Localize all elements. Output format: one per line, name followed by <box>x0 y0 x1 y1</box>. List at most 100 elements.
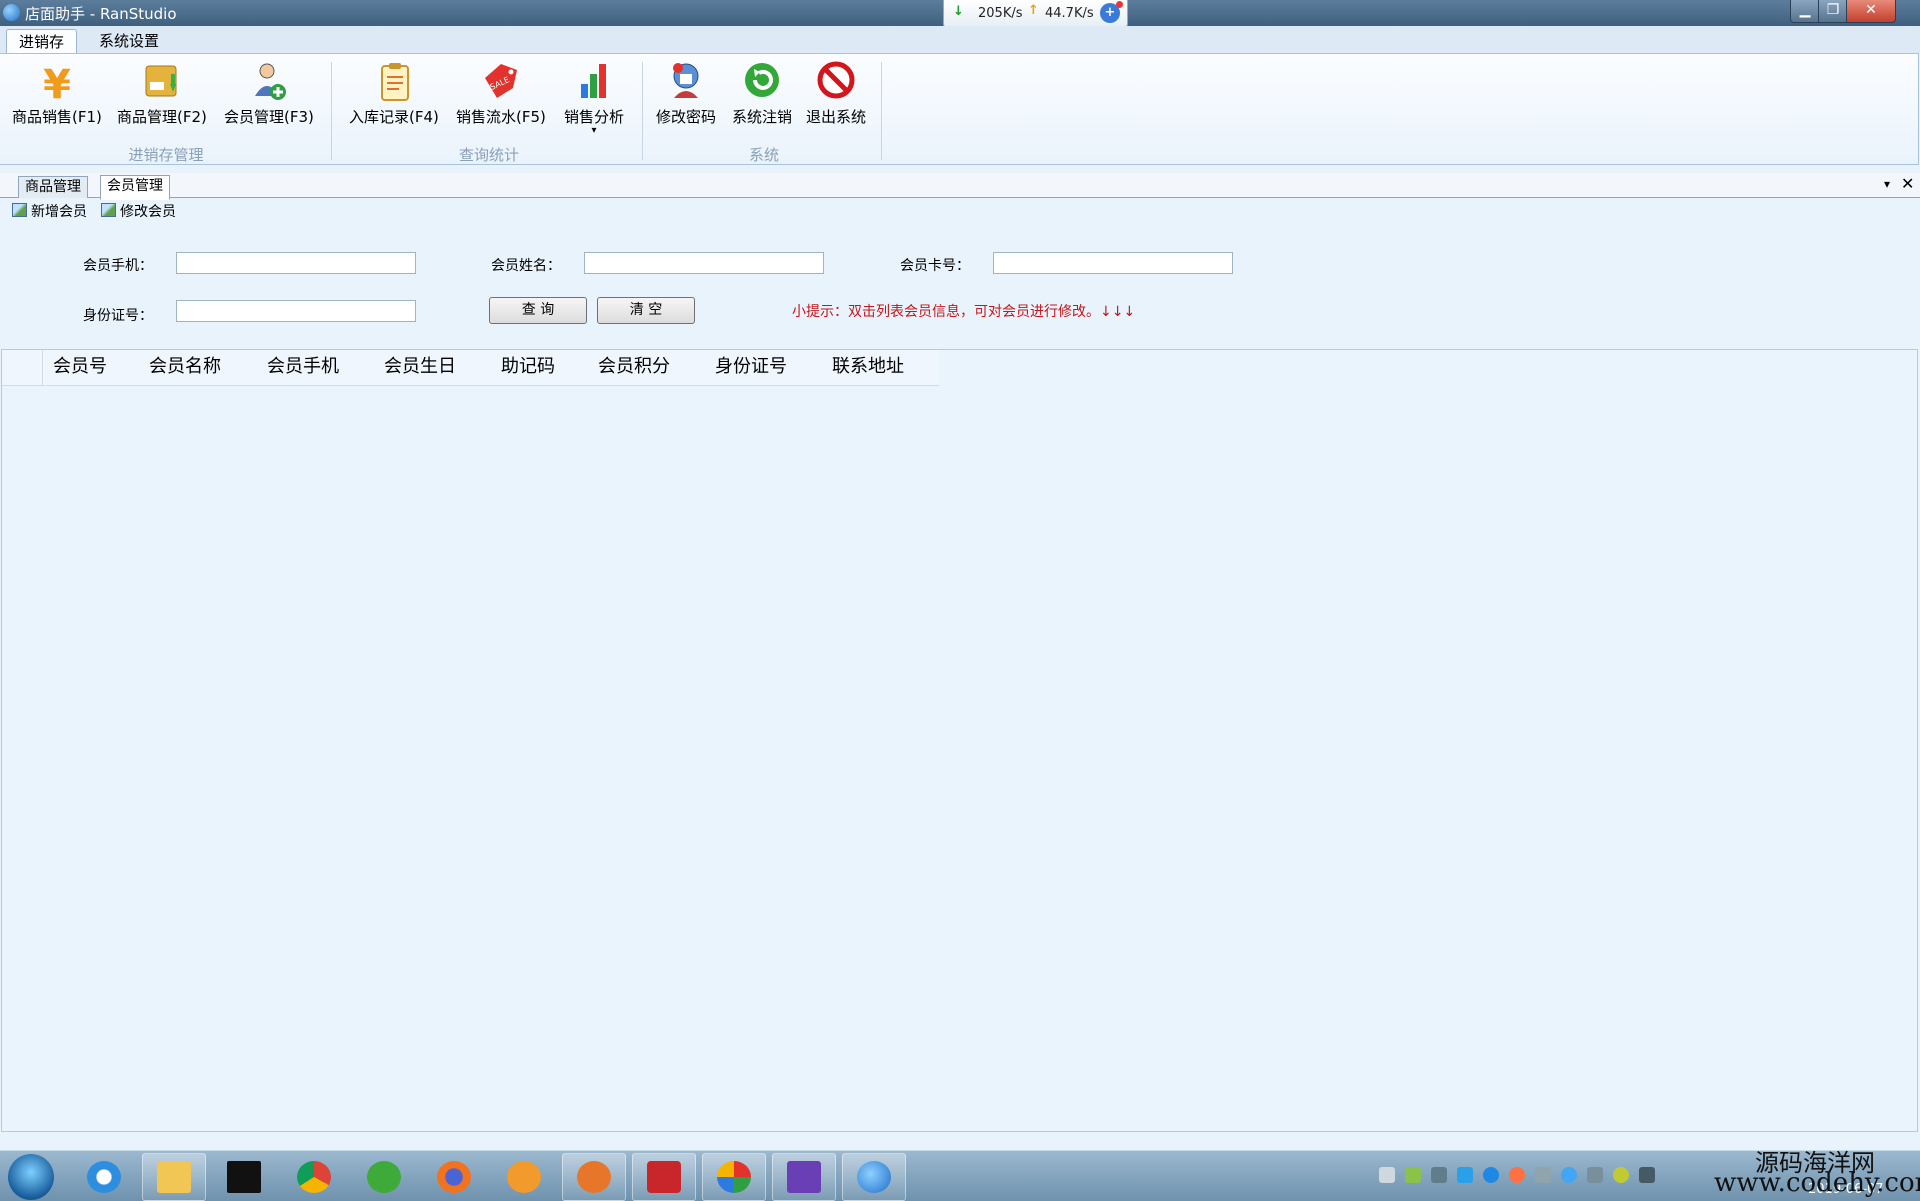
group-label-system: 系统 <box>748 146 779 164</box>
download-arrow-icon: ↓ <box>953 4 964 19</box>
app-icon <box>3 4 20 21</box>
explorer-app[interactable] <box>142 1153 206 1201</box>
logout-button[interactable]: 系统注销 <box>732 60 792 127</box>
add-member-button[interactable]: 新增会员 <box>12 201 87 221</box>
name-input[interactable] <box>584 252 824 274</box>
clear-button[interactable]: 清 空 <box>597 297 695 324</box>
upload-speed: 44.7K/s <box>1045 6 1094 21</box>
display-icon[interactable] <box>1587 1167 1603 1183</box>
member-toolbar: 新增会员 修改会员 <box>0 198 1920 222</box>
card-label: 会员卡号： <box>900 258 970 274</box>
ribbon-tab-strip: 进销存 系统设置 <box>0 26 1920 54</box>
maximize-button[interactable]: ❐ <box>1818 0 1848 23</box>
exit-system-button[interactable]: 退出系统 <box>806 60 866 127</box>
logout-icon <box>742 60 782 104</box>
network-speed-widget[interactable]: ↓ 205K/s ↑ 44.7K/s + <box>943 0 1128 28</box>
stock-in-record-button[interactable]: 入库记录(F4) <box>349 60 439 127</box>
folder-icon <box>157 1161 191 1193</box>
document-tab-strip: 商品管理 会员管理 ▾ ✕ <box>0 173 1920 200</box>
title-bar: 店面助手 - RanStudio ↓ 205K/s ↑ 44.7K/s + ▁ … <box>0 0 1920 28</box>
ribbon-separator <box>881 62 882 160</box>
system-tray <box>1375 1159 1665 1193</box>
image-icon <box>101 203 116 217</box>
window-title: 店面助手 - RanStudio <box>25 5 177 23</box>
ribbon-tab-settings[interactable]: 系统设置 <box>87 29 171 53</box>
tab-close-icon[interactable]: ✕ <box>1901 174 1914 193</box>
sales-analysis-button[interactable]: 销售分析 ▾ <box>564 60 624 136</box>
ribbon-panel: ¥ 商品销售(F1) 商品管理(F2) 会员管理(F3) 进销存管理 入库记录(… <box>0 53 1919 165</box>
column-mnemonic[interactable]: 助记码 <box>491 350 588 385</box>
ie-app[interactable] <box>72 1153 136 1201</box>
close-button[interactable]: ✕ <box>1846 0 1896 23</box>
start-button[interactable] <box>8 1154 54 1200</box>
star-icon[interactable] <box>1483 1167 1499 1183</box>
device-icon[interactable] <box>1431 1167 1447 1183</box>
query-button[interactable]: 查 询 <box>489 297 587 324</box>
column-address[interactable]: 联系地址 <box>822 350 939 385</box>
card-input[interactable] <box>993 252 1233 274</box>
idcard-input[interactable] <box>176 300 416 322</box>
bar-chart-icon <box>574 60 614 104</box>
keyboard-icon[interactable] <box>1379 1167 1395 1183</box>
row-header-corner <box>2 350 43 385</box>
column-member-id[interactable]: 会员号 <box>43 350 139 385</box>
phone-input[interactable] <box>176 252 416 274</box>
column-member-name[interactable]: 会员名称 <box>139 350 257 385</box>
visual-studio-app[interactable] <box>772 1153 836 1201</box>
terminal-icon <box>227 1161 261 1193</box>
member-grid[interactable]: 会员号 会员名称 会员手机 会员生日 助记码 会员积分 身份证号 联系地址 <box>1 349 1918 1132</box>
edit-member-button[interactable]: 修改会员 <box>101 201 176 221</box>
wechat-app[interactable] <box>352 1153 416 1201</box>
firefox-icon <box>437 1161 471 1193</box>
column-id-number[interactable]: 身份证号 <box>705 350 822 385</box>
chrome-app[interactable] <box>282 1153 346 1201</box>
dropdown-arrow-icon[interactable]: ▾ <box>564 126 624 136</box>
column-member-birthday[interactable]: 会员生日 <box>374 350 491 385</box>
add-user-icon <box>249 60 289 104</box>
feather-icon[interactable] <box>1457 1167 1473 1183</box>
download-speed: 205K/s <box>978 6 1023 21</box>
media-app[interactable] <box>492 1153 556 1201</box>
change-password-button[interactable]: 修改密码 <box>656 60 716 127</box>
photos-app[interactable] <box>702 1153 766 1201</box>
shield-app[interactable] <box>632 1153 696 1201</box>
ribbon-separator <box>642 62 643 160</box>
tray-app-icon[interactable] <box>1509 1167 1525 1183</box>
group-label-query: 查询统计 <box>458 146 519 164</box>
tab-list-dropdown-icon[interactable]: ▾ <box>1884 177 1890 191</box>
image-icon <box>12 203 27 217</box>
ribbon-separator <box>331 62 332 160</box>
idcard-label: 身份证号： <box>83 308 153 324</box>
ribbon-tab-inventory[interactable]: 进销存 <box>6 29 78 54</box>
member-manage-button[interactable]: 会员管理(F3) <box>224 60 314 127</box>
bird-app[interactable] <box>562 1153 626 1201</box>
volume-icon[interactable] <box>1639 1167 1655 1183</box>
sales-button[interactable]: ¥ 商品销售(F1) <box>12 60 102 127</box>
group-label-inventory: 进销存管理 <box>128 146 204 164</box>
taskbar <box>0 1150 1920 1201</box>
hint-text: 小提示：双击列表会员信息，可对会员进行修改。↓↓↓ <box>792 304 1136 320</box>
grid-header: 会员号 会员名称 会员手机 会员生日 助记码 会员积分 身份证号 联系地址 <box>2 350 939 386</box>
media-icon <box>507 1161 541 1193</box>
sales-flow-button[interactable]: SALE 销售流水(F5) <box>456 60 546 127</box>
svg-text:¥: ¥ <box>43 62 71 104</box>
phone-label: 会员手机： <box>83 258 153 274</box>
column-points[interactable]: 会员积分 <box>588 350 705 385</box>
tab-member-manage[interactable]: 会员管理 <box>100 175 170 200</box>
minimize-button[interactable]: ▁ <box>1790 0 1820 23</box>
battery-icon[interactable] <box>1405 1167 1421 1183</box>
password-icon <box>666 60 706 104</box>
chrome-icon <box>297 1161 331 1193</box>
add-icon[interactable] <box>1613 1167 1629 1183</box>
cmd-app[interactable] <box>212 1153 276 1201</box>
column-member-phone[interactable]: 会员手机 <box>257 350 374 385</box>
tab-goods-manage[interactable]: 商品管理 <box>18 176 88 198</box>
notification-dot <box>1116 1 1123 8</box>
globe-icon[interactable] <box>1561 1167 1577 1183</box>
goods-manage-button[interactable]: 商品管理(F2) <box>117 60 207 127</box>
network-icon[interactable] <box>1535 1167 1551 1183</box>
clipboard-icon <box>374 60 414 104</box>
photos-icon <box>717 1161 751 1193</box>
firefox-app[interactable] <box>422 1153 486 1201</box>
ranstudio-app[interactable] <box>842 1153 906 1201</box>
